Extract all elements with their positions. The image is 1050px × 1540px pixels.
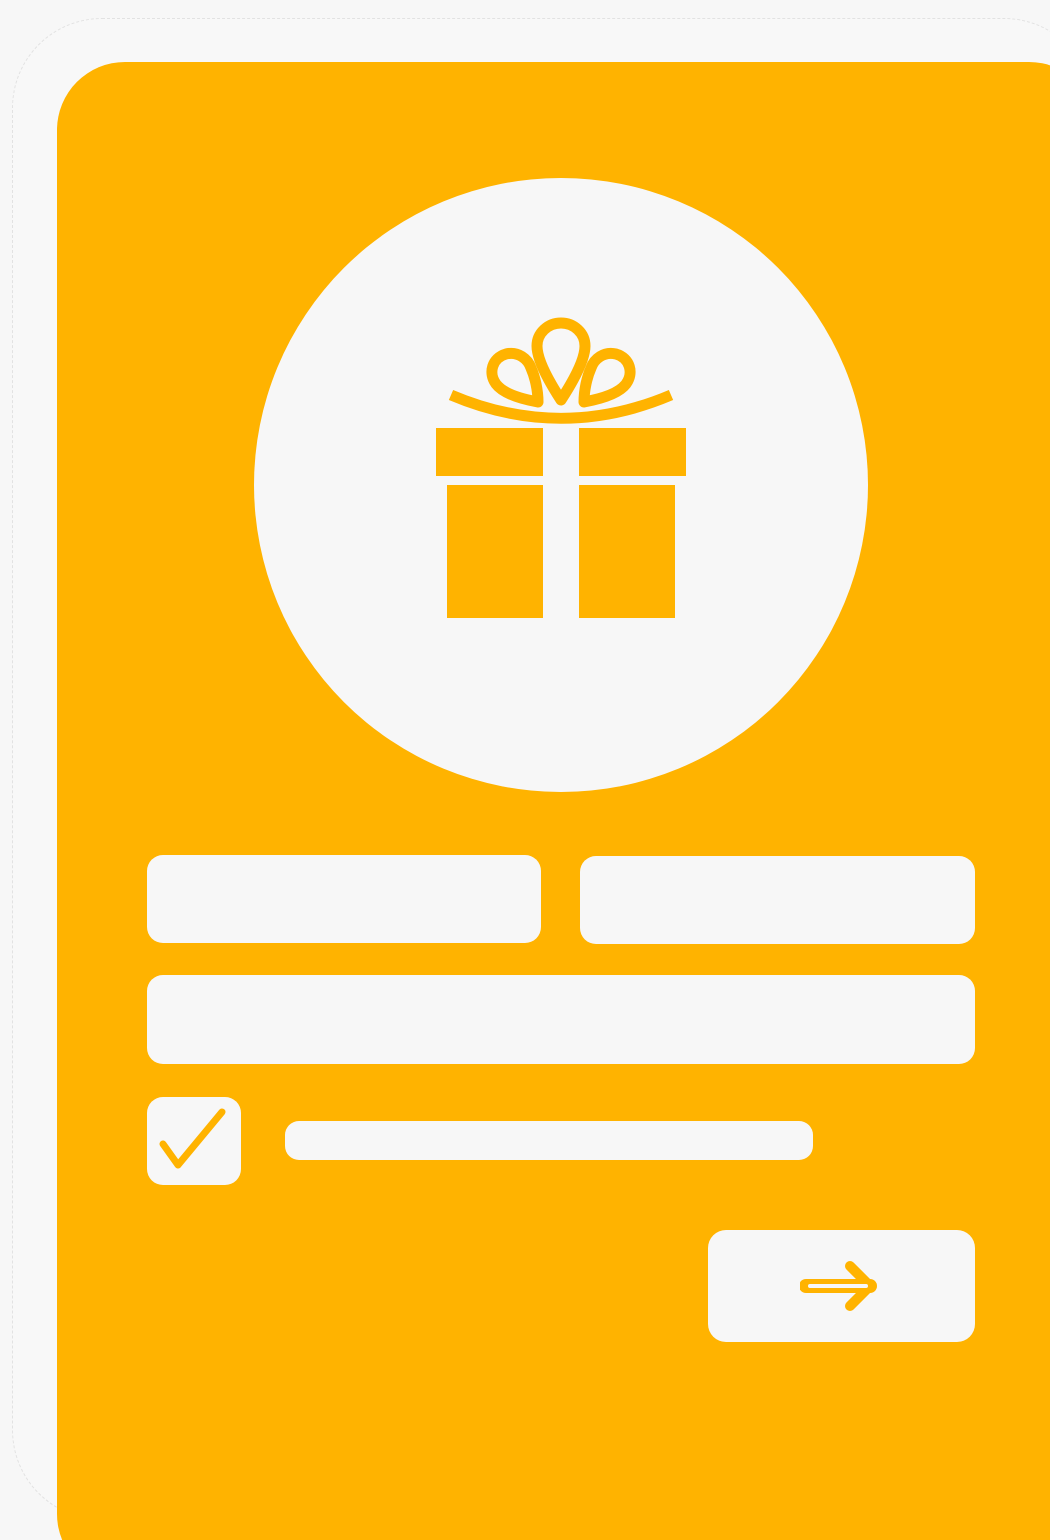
first-name-input[interactable] — [147, 855, 541, 943]
check-icon — [159, 1108, 226, 1169]
gift-signup-screen — [0, 0, 1050, 1540]
email-input[interactable] — [147, 975, 975, 1064]
gift-icon — [436, 317, 686, 618]
submit-button[interactable] — [708, 1230, 975, 1342]
last-name-input[interactable] — [580, 856, 975, 944]
consent-checkbox[interactable] — [147, 1097, 241, 1185]
consent-label — [285, 1121, 813, 1160]
arrow-right-icon — [800, 1261, 877, 1311]
